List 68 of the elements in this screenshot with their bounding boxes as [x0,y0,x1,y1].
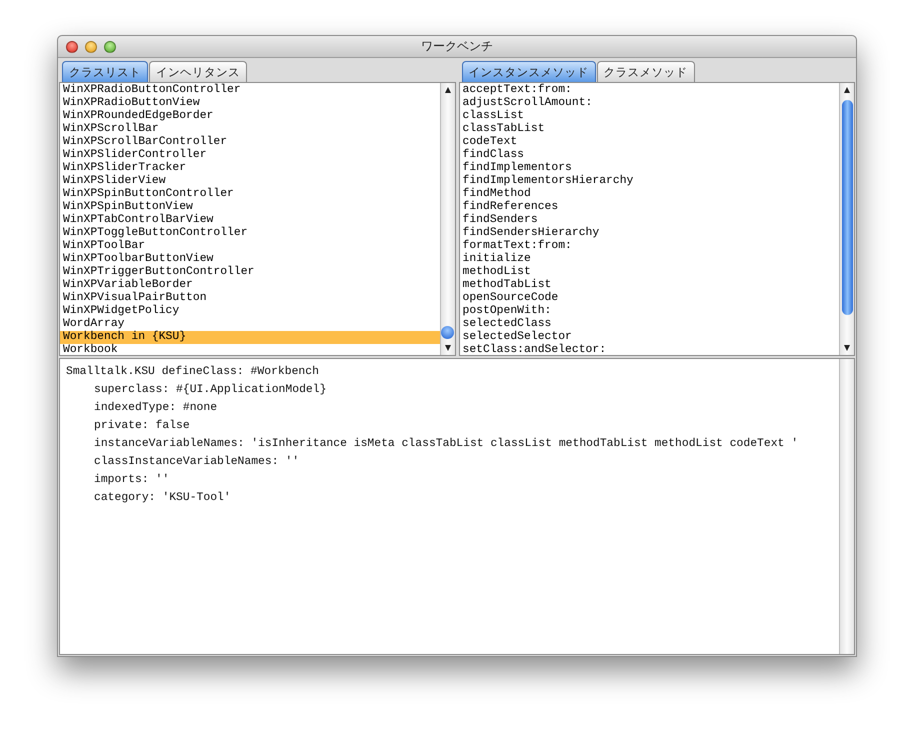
list-item[interactable]: initialize [460,253,839,266]
list-item[interactable]: WinXPVariableBorder [60,279,440,292]
list-item[interactable]: classTabList [460,123,839,136]
scroll-down-icon[interactable] [843,344,851,352]
list-item[interactable]: codeText [460,136,839,149]
code-line: private: false [93,418,191,434]
tab[interactable]: クラスメソッド [596,61,694,82]
list-item[interactable]: WinXPToolbarButtonView [60,253,440,266]
list-item[interactable]: WinXPSliderTracker [60,162,440,175]
code-line: indexedType: #none [93,400,218,416]
scrollbar[interactable] [839,359,854,654]
scroll-up-icon[interactable] [444,86,452,94]
list-item[interactable]: findReferences [460,201,839,214]
list-item[interactable]: WinXPVisualPairButton [60,292,440,305]
list-item[interactable]: classList [460,110,839,123]
list-item[interactable]: WinXPScrollBarController [60,136,440,149]
window-title: ワークベンチ [420,38,494,55]
list-item[interactable]: methodTabList [460,279,839,292]
scroll-up-icon[interactable] [843,86,851,94]
list-item[interactable]: acceptText:from: [460,84,839,97]
scroll-thumb[interactable] [441,326,454,339]
list-item[interactable]: WinXPToggleButtonController [60,227,440,240]
list-item[interactable]: findSendersHierarchy [460,227,839,240]
list-item[interactable]: adjustScrollAmount: [460,97,839,110]
list-item[interactable]: WinXPRadioButtonView [60,97,440,110]
list-item[interactable]: postOpenWith: [460,305,839,318]
list-item[interactable]: WinXPTabControlBarView [60,214,440,227]
list-item[interactable]: findClass [460,149,839,162]
zoom-button[interactable] [104,40,116,52]
list-item[interactable]: Workbook [60,344,440,355]
list-item[interactable]: WinXPRadioButtonController [60,84,440,97]
scroll-thumb[interactable] [842,100,852,315]
list-item[interactable]: WinXPScrollBar [60,123,440,136]
code-line: superclass: #{UI.ApplicationModel} [93,382,328,398]
tab[interactable]: インヘリタンス [149,61,247,82]
code-line: category: 'KSU-Tool' [93,490,232,506]
minimize-button[interactable] [85,40,97,52]
list-item[interactable]: WinXPSliderView [60,175,440,188]
list-item[interactable]: WinXPSliderController [60,149,440,162]
tab[interactable]: クラスリスト [62,61,148,82]
list-item[interactable]: WinXPWidgetPolicy [60,305,440,318]
list-item[interactable]: setClass:andSelector: [460,344,839,355]
list-item[interactable]: openSourceCode [460,292,839,305]
scroll-down-icon[interactable] [444,344,452,352]
list-item[interactable]: WordArray [60,318,440,331]
list-item[interactable]: Workbench in {KSU} [60,331,440,344]
list-item[interactable]: findImplementorsHierarchy [460,175,839,188]
list-item[interactable]: WinXPSpinButtonView [60,201,440,214]
list-item[interactable]: WinXPToolBar [60,240,440,253]
list-item[interactable]: selectedSelector [460,331,839,344]
list-item[interactable]: WinXPSpinButtonController [60,188,440,201]
code-editor[interactable] [59,358,855,655]
list-item[interactable]: WinXPRoundedEdgeBorder [60,110,440,123]
list-item[interactable]: methodList [460,266,839,279]
list-item[interactable]: findSenders [460,214,839,227]
code-line: instanceVariableNames: 'isInheritance isMeta classTabList classList methodTabList methodList codeText ' [93,436,800,452]
scrollbar[interactable] [440,83,454,355]
close-button[interactable] [66,40,78,52]
list-item[interactable]: selectedClass [460,318,839,331]
list-item[interactable]: findMethod [460,188,839,201]
tab[interactable]: インスタンスメソッド [462,61,596,82]
list-item[interactable]: findImplementors [460,162,839,175]
code-line: classInstanceVariableNames: '' [93,454,300,470]
list-item[interactable]: formatText:from: [460,240,839,253]
code-line: Smalltalk.KSU defineClass: #Workbench [66,364,320,380]
list-item[interactable]: WinXPTriggerButtonController [60,266,440,279]
code-line: imports: '' [93,472,170,488]
scrollbar[interactable] [839,83,854,355]
